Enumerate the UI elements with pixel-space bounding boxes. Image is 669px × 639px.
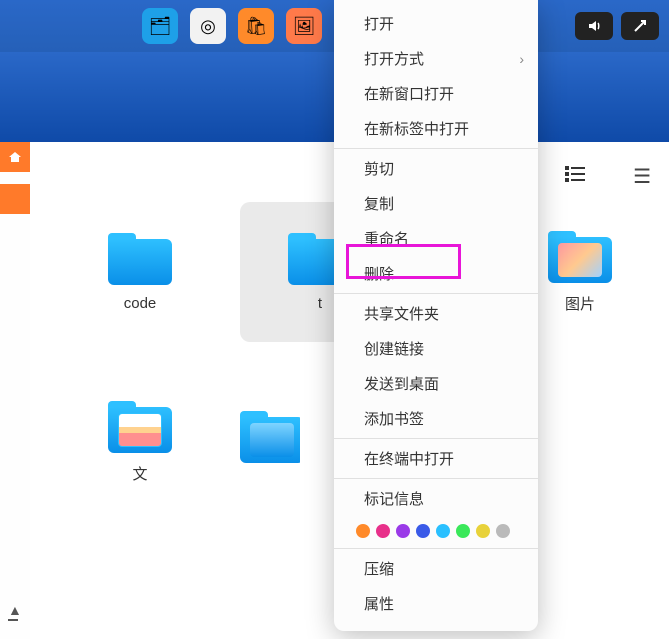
menu-separator — [334, 293, 538, 294]
menu-item[interactable]: 重命名 — [334, 221, 538, 256]
color-tag[interactable] — [416, 524, 430, 538]
menu-separator — [334, 548, 538, 549]
color-tag[interactable] — [456, 524, 470, 538]
eject-icon[interactable]: ▲ — [8, 602, 22, 621]
menu-item[interactable]: 共享文件夹 — [334, 296, 538, 331]
tag-colors — [334, 516, 538, 546]
folder-item[interactable]: 文 — [60, 372, 220, 512]
folder-item[interactable]: code — [60, 202, 220, 342]
folder-label: 图片 — [565, 293, 595, 314]
fullscreen-button[interactable] — [621, 12, 659, 40]
menu-item[interactable]: 在新窗口打开 — [334, 76, 538, 111]
system-tray — [575, 12, 659, 40]
color-tag[interactable] — [376, 524, 390, 538]
dock: 🗂 ◎ 🛍 🖼 — [142, 8, 322, 44]
menu-item[interactable]: 添加书签 — [334, 401, 538, 436]
menu-item[interactable]: 创建链接 — [334, 331, 538, 366]
menu-item[interactable]: 压缩 — [334, 551, 538, 586]
menu-item[interactable]: 打开 — [334, 6, 538, 41]
sidebar: ▲ — [0, 142, 30, 639]
folder-icon — [108, 233, 172, 285]
dock-icon-gallery[interactable]: 🖼 — [286, 8, 322, 44]
folder-label: code — [124, 295, 157, 312]
dock-icon-chrome[interactable]: ◎ — [190, 8, 226, 44]
color-tag[interactable] — [396, 524, 410, 538]
menu-separator — [334, 148, 538, 149]
folder-label: t — [318, 295, 322, 312]
sidebar-home-button[interactable] — [0, 142, 30, 172]
menu-item[interactable]: 删除 — [334, 256, 538, 291]
menu-item[interactable]: 打开方式› — [334, 41, 538, 76]
menu-separator — [334, 438, 538, 439]
folder-icon — [548, 231, 612, 283]
volume-button[interactable] — [575, 12, 613, 40]
folder-icon — [240, 411, 300, 463]
folder-icon — [108, 401, 172, 453]
menu-item[interactable]: 属性 — [334, 586, 538, 621]
menu-item[interactable]: 标记信息 — [334, 481, 538, 516]
color-tag[interactable] — [356, 524, 370, 538]
color-tag[interactable] — [476, 524, 490, 538]
menu-item[interactable]: 发送到桌面 — [334, 366, 538, 401]
dock-icon-filemanager[interactable]: 🗂 — [142, 8, 178, 44]
menu-item[interactable]: 复制 — [334, 186, 538, 221]
sidebar-active-indicator — [0, 184, 30, 214]
menu-item[interactable]: 在新标签中打开 — [334, 111, 538, 146]
view-list-icon[interactable] — [565, 165, 585, 188]
color-tag[interactable] — [496, 524, 510, 538]
color-tag[interactable] — [436, 524, 450, 538]
chevron-right-icon: › — [519, 51, 524, 67]
menu-separator — [334, 478, 538, 479]
menu-item[interactable]: 剪切 — [334, 151, 538, 186]
dock-icon-store[interactable]: 🛍 — [238, 8, 274, 44]
toolbar-right: ☰ — [565, 164, 651, 189]
folder-label: 文 — [132, 463, 147, 484]
menu-icon[interactable]: ☰ — [633, 164, 651, 189]
folder-item[interactable] — [240, 372, 300, 512]
menu-item[interactable]: 在终端中打开 — [334, 441, 538, 476]
context-menu: 打开打开方式›在新窗口打开在新标签中打开剪切复制重命名删除共享文件夹创建链接发送… — [334, 0, 538, 631]
